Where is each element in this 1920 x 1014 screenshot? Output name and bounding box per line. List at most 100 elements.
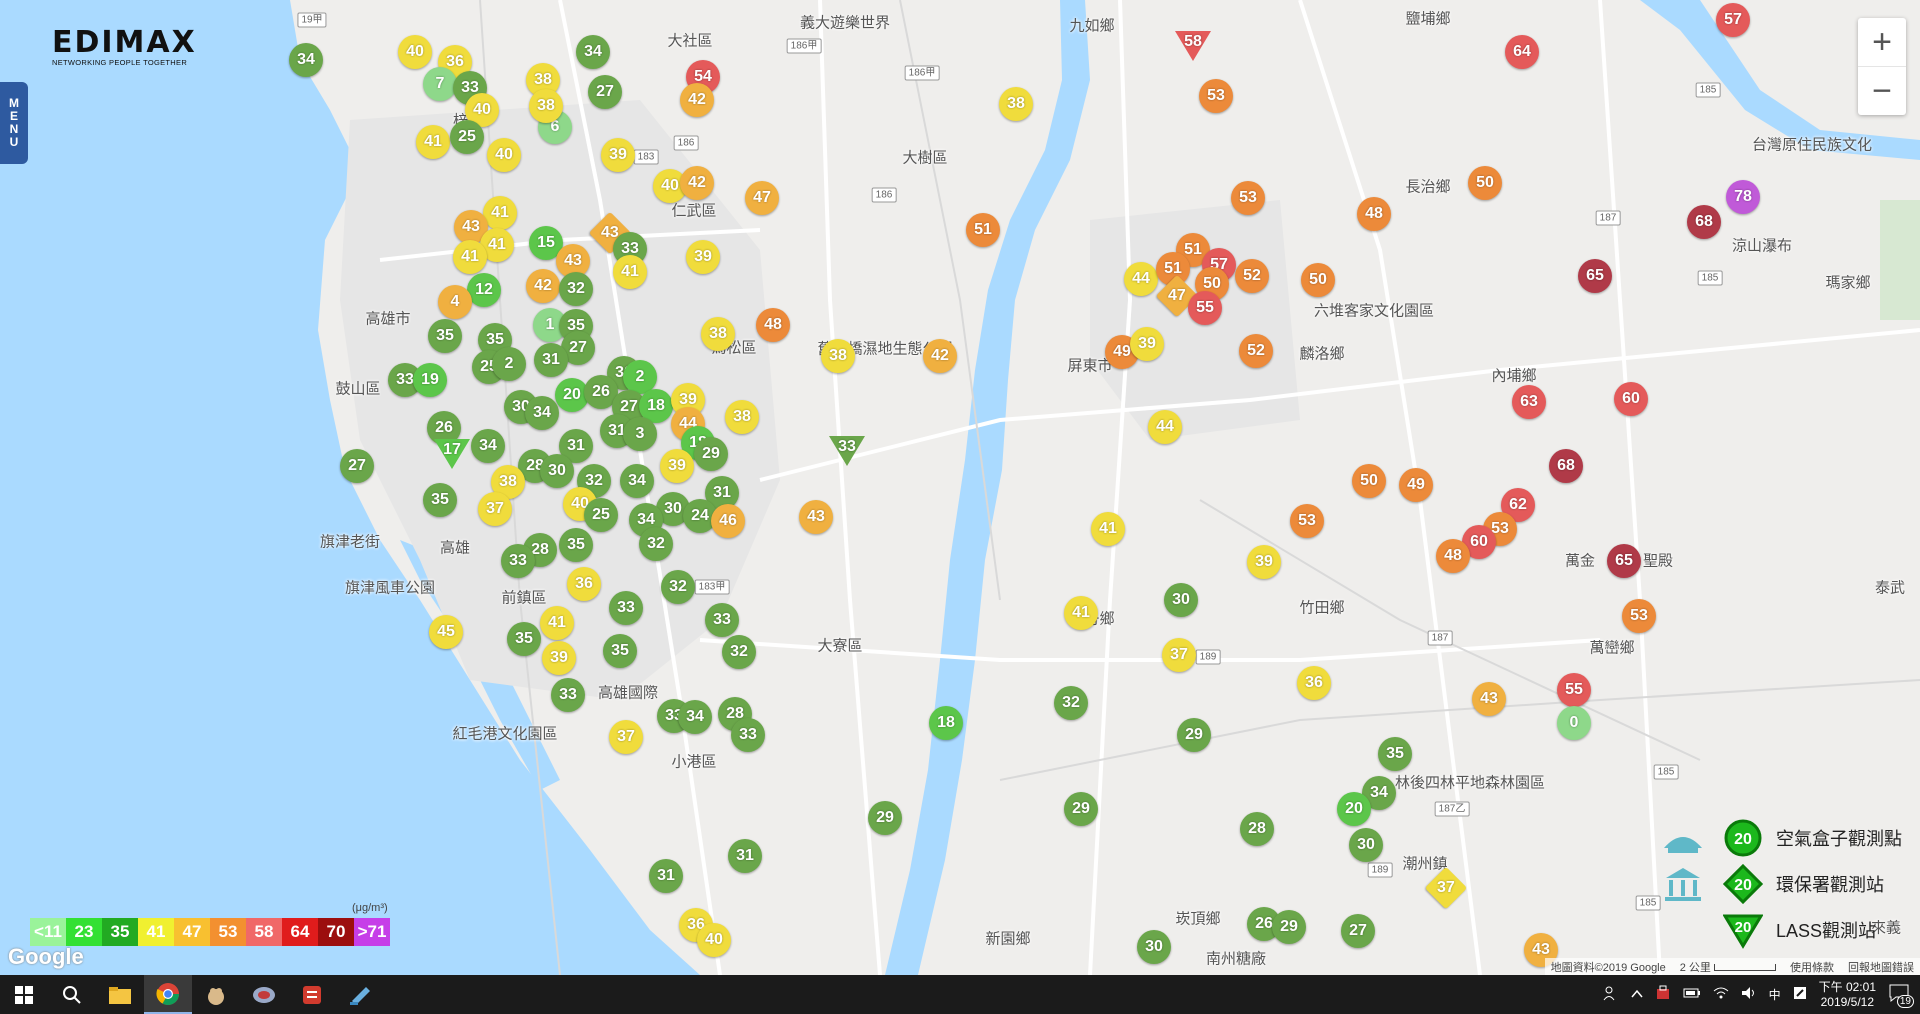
airbox-marker[interactable]: 53: [1290, 504, 1324, 538]
airbox-marker[interactable]: 40: [697, 923, 731, 957]
airbox-marker[interactable]: 4: [438, 285, 472, 319]
airbox-marker[interactable]: 38: [701, 317, 735, 351]
airbox-marker[interactable]: 57: [1716, 3, 1750, 37]
app-icon-4[interactable]: [336, 975, 384, 1014]
airbox-marker[interactable]: 34: [289, 43, 323, 77]
airbox-marker[interactable]: 30: [1164, 583, 1198, 617]
airbox-marker[interactable]: 40: [487, 138, 521, 172]
airbox-marker[interactable]: 34: [576, 35, 610, 69]
airbox-marker[interactable]: 39: [542, 641, 576, 675]
wifi-icon[interactable]: [1713, 986, 1729, 1003]
airbox-marker[interactable]: 30: [540, 454, 574, 488]
airbox-marker[interactable]: 37: [1162, 638, 1196, 672]
airbox-marker[interactable]: 35: [1378, 737, 1412, 771]
airbox-marker[interactable]: 35: [507, 622, 541, 656]
airbox-marker[interactable]: 27: [1341, 914, 1375, 948]
airbox-marker[interactable]: 43: [799, 500, 833, 534]
report-error-link[interactable]: 回報地圖錯誤: [1848, 959, 1914, 975]
airbox-marker[interactable]: 0: [1557, 706, 1591, 740]
menu-button[interactable]: MENU: [0, 82, 28, 164]
airbox-marker[interactable]: 46: [711, 504, 745, 538]
airbox-marker[interactable]: 53: [1199, 79, 1233, 113]
airbox-marker[interactable]: 38: [529, 89, 563, 123]
airbox-marker[interactable]: 44: [1148, 410, 1182, 444]
airbox-marker[interactable]: 42: [680, 166, 714, 200]
airbox-marker[interactable]: 27: [588, 75, 622, 109]
lass-station-marker[interactable]: 17: [432, 437, 472, 471]
notification-center-icon[interactable]: 19: [1888, 983, 1914, 1008]
airbox-marker[interactable]: 68: [1549, 449, 1583, 483]
zoom-out-button[interactable]: −: [1858, 67, 1906, 115]
airbox-marker[interactable]: 29: [1177, 718, 1211, 752]
airbox-marker[interactable]: 31: [534, 343, 568, 377]
airbox-marker[interactable]: 42: [680, 83, 714, 117]
airbox-marker[interactable]: 39: [686, 240, 720, 274]
airbox-marker[interactable]: 7: [423, 67, 457, 101]
airbox-marker[interactable]: 44: [1124, 262, 1158, 296]
airbox-marker[interactable]: 41: [416, 125, 450, 159]
airbox-marker[interactable]: 29: [1064, 792, 1098, 826]
airbox-marker[interactable]: 34: [471, 429, 505, 463]
airbox-marker[interactable]: 42: [923, 339, 957, 373]
airbox-marker[interactable]: 32: [661, 570, 695, 604]
file-explorer-icon[interactable]: [96, 975, 144, 1014]
airbox-marker[interactable]: 41: [1064, 596, 1098, 630]
airbox-marker[interactable]: 27: [340, 449, 374, 483]
airbox-marker[interactable]: 52: [1235, 259, 1269, 293]
ime-indicator[interactable]: 中: [1769, 986, 1781, 1003]
airbox-marker[interactable]: 32: [559, 272, 593, 306]
airbox-marker[interactable]: 2: [492, 347, 526, 381]
airbox-marker[interactable]: 65: [1607, 544, 1641, 578]
airbox-marker[interactable]: 29: [1272, 910, 1306, 944]
search-icon[interactable]: [48, 975, 96, 1014]
airbox-marker[interactable]: 35: [559, 528, 593, 562]
airbox-marker[interactable]: 36: [1297, 666, 1331, 700]
airbox-marker[interactable]: 37: [478, 492, 512, 526]
airbox-marker[interactable]: 28: [1240, 812, 1274, 846]
airbox-marker[interactable]: 36: [567, 567, 601, 601]
airbox-marker[interactable]: 45: [429, 615, 463, 649]
airbox-marker[interactable]: 29: [694, 437, 728, 471]
airbox-marker[interactable]: 19: [413, 363, 447, 397]
airbox-marker[interactable]: 39: [660, 449, 694, 483]
airbox-marker[interactable]: 60: [1614, 382, 1648, 416]
airbox-marker[interactable]: 33: [705, 603, 739, 637]
airbox-marker[interactable]: 48: [756, 308, 790, 342]
airbox-marker[interactable]: 25: [584, 498, 618, 532]
airbox-marker[interactable]: 43: [1472, 682, 1506, 716]
airbox-marker[interactable]: 32: [639, 527, 673, 561]
airbox-marker[interactable]: 42: [526, 269, 560, 303]
app-icon-3[interactable]: [288, 975, 336, 1014]
airbox-marker[interactable]: 35: [428, 319, 462, 353]
airbox-marker[interactable]: 38: [725, 400, 759, 434]
edimax-logo[interactable]: EDIMAX NETWORKING PEOPLE TOGETHER: [52, 28, 197, 68]
airbox-marker[interactable]: 41: [483, 196, 517, 230]
airbox-marker[interactable]: 31: [649, 859, 683, 893]
airbox-marker[interactable]: 33: [501, 544, 535, 578]
airbox-marker[interactable]: 55: [1557, 673, 1591, 707]
airbox-marker[interactable]: 40: [398, 35, 432, 69]
airbox-marker[interactable]: 18: [929, 706, 963, 740]
airbox-marker[interactable]: 41: [540, 606, 574, 640]
airbox-marker[interactable]: 38: [999, 87, 1033, 121]
airbox-marker[interactable]: 53: [1622, 599, 1656, 633]
airbox-marker[interactable]: 48: [1436, 539, 1470, 573]
airbox-marker[interactable]: 33: [609, 591, 643, 625]
airbox-marker[interactable]: 52: [1239, 334, 1273, 368]
airbox-marker[interactable]: 48: [1357, 197, 1391, 231]
airbox-marker[interactable]: 53: [1231, 181, 1265, 215]
ime-mode-icon[interactable]: [1793, 986, 1807, 1003]
airbox-marker[interactable]: 3: [623, 417, 657, 451]
airbox-marker[interactable]: 32: [722, 635, 756, 669]
airbox-marker[interactable]: 65: [1578, 259, 1612, 293]
airbox-marker[interactable]: 41: [1091, 512, 1125, 546]
airbox-marker[interactable]: 34: [525, 396, 559, 430]
airbox-marker[interactable]: 39: [601, 138, 635, 172]
airbox-marker[interactable]: 35: [423, 483, 457, 517]
airbox-marker[interactable]: 39: [1247, 545, 1281, 579]
airbox-marker[interactable]: 32: [1054, 686, 1088, 720]
airbox-marker[interactable]: 29: [868, 801, 902, 835]
volume-icon[interactable]: [1741, 986, 1757, 1003]
airbox-marker[interactable]: 63: [1512, 385, 1546, 419]
airbox-marker[interactable]: 30: [1137, 930, 1171, 964]
